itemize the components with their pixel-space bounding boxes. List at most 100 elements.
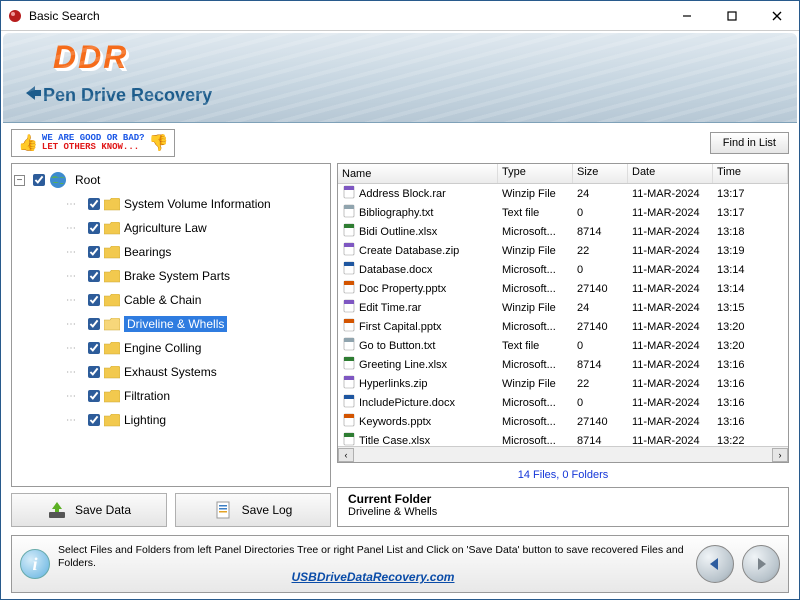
save-data-button[interactable]: Save Data xyxy=(11,493,167,527)
file-date: 11-MAR-2024 xyxy=(628,243,713,259)
tree-item[interactable]: ⋯Cable & Chain xyxy=(12,288,330,312)
scroll-left-icon[interactable]: ‹ xyxy=(338,448,354,462)
feedback-button[interactable]: 👍 WE ARE GOOD OR BAD? LET OTHERS KNOW...… xyxy=(11,129,175,157)
tree-item[interactable]: ⋯Lighting xyxy=(12,408,330,432)
tree-item[interactable]: ⋯Engine Colling xyxy=(12,336,330,360)
close-button[interactable] xyxy=(754,2,799,30)
tree-item[interactable]: ⋯Driveline & Whells xyxy=(12,312,330,336)
tree-item[interactable]: ⋯Exhaust Systems xyxy=(12,360,330,384)
tree-checkbox[interactable] xyxy=(88,270,100,282)
footer-instruction: Select Files and Folders from left Panel… xyxy=(58,544,684,569)
file-row[interactable]: Bibliography.txtText file011-MAR-202413:… xyxy=(338,203,788,222)
save-data-label: Save Data xyxy=(75,503,131,517)
directory-tree[interactable]: −Root⋯System Volume Information⋯Agricult… xyxy=(11,163,331,487)
file-name: Address Block.rar xyxy=(359,188,446,200)
file-type: Microsoft... xyxy=(498,224,573,240)
column-type[interactable]: Type xyxy=(498,164,573,183)
current-folder-panel: Current Folder Driveline & Whells xyxy=(337,487,789,527)
file-row[interactable]: Create Database.zipWinzip File2211-MAR-2… xyxy=(338,241,788,260)
file-date: 11-MAR-2024 xyxy=(628,338,713,354)
file-type-icon xyxy=(342,413,356,430)
next-button[interactable] xyxy=(742,545,780,583)
find-in-list-button[interactable]: Find in List xyxy=(710,132,789,154)
tree-item[interactable]: ⋯Filtration xyxy=(12,384,330,408)
file-row[interactable]: Edit Time.rarWinzip File2411-MAR-202413:… xyxy=(338,298,788,317)
tree-checkbox[interactable] xyxy=(88,246,100,258)
tree-checkbox[interactable] xyxy=(88,390,100,402)
tree-checkbox[interactable] xyxy=(88,342,100,354)
tree-item[interactable]: ⋯Bearings xyxy=(12,240,330,264)
tree-checkbox[interactable] xyxy=(88,222,100,234)
back-button[interactable] xyxy=(696,545,734,583)
collapse-icon[interactable]: − xyxy=(14,175,25,186)
file-type-icon xyxy=(342,356,356,373)
file-row[interactable]: IncludePicture.docxMicrosoft...011-MAR-2… xyxy=(338,393,788,412)
file-type-icon xyxy=(342,432,356,446)
file-date: 11-MAR-2024 xyxy=(628,357,713,373)
tree-item[interactable]: ⋯Brake System Parts xyxy=(12,264,330,288)
file-date: 11-MAR-2024 xyxy=(628,186,713,202)
maximize-button[interactable] xyxy=(709,2,754,30)
file-row[interactable]: Database.docxMicrosoft...011-MAR-202413:… xyxy=(338,260,788,279)
window-titlebar: Basic Search xyxy=(1,1,799,31)
file-time: 13:16 xyxy=(713,414,788,430)
file-type: Text file xyxy=(498,338,573,354)
file-row[interactable]: Keywords.pptxMicrosoft...2714011-MAR-202… xyxy=(338,412,788,431)
current-folder-value: Driveline & Whells xyxy=(348,506,778,518)
file-time: 13:20 xyxy=(713,338,788,354)
footer-bar: i Select Files and Folders from left Pan… xyxy=(11,535,789,593)
file-type-icon xyxy=(342,261,356,278)
save-log-icon xyxy=(214,500,234,520)
tree-item-label: Lighting xyxy=(124,413,166,427)
minimize-button[interactable] xyxy=(664,2,709,30)
footer-link[interactable]: USBDriveDataRecovery.com xyxy=(58,571,688,584)
tree-checkbox[interactable] xyxy=(88,198,100,210)
file-list[interactable]: Name Type Size Date Time Address Block.r… xyxy=(337,163,789,463)
file-time: 13:17 xyxy=(713,186,788,202)
tree-checkbox[interactable] xyxy=(88,366,100,378)
file-name: Greeting Line.xlsx xyxy=(359,359,447,371)
tree-checkbox[interactable] xyxy=(88,414,100,426)
tree-root[interactable]: −Root xyxy=(12,168,330,192)
file-time: 13:18 xyxy=(713,224,788,240)
file-date: 11-MAR-2024 xyxy=(628,205,713,221)
save-log-button[interactable]: Save Log xyxy=(175,493,331,527)
file-time: 13:16 xyxy=(713,376,788,392)
file-size: 24 xyxy=(573,186,628,202)
column-size[interactable]: Size xyxy=(573,164,628,183)
tree-checkbox[interactable] xyxy=(88,294,100,306)
file-type: Microsoft... xyxy=(498,262,573,278)
file-type-icon xyxy=(342,337,356,354)
horizontal-scrollbar[interactable]: ‹ › xyxy=(338,446,788,462)
tree-item-label: Brake System Parts xyxy=(124,269,230,283)
file-name: Bibliography.txt xyxy=(359,207,433,219)
window-title: Basic Search xyxy=(29,9,664,23)
file-row[interactable]: Title Case.xlsxMicrosoft...871411-MAR-20… xyxy=(338,431,788,446)
file-row[interactable]: Hyperlinks.zipWinzip File2211-MAR-202413… xyxy=(338,374,788,393)
file-size: 0 xyxy=(573,262,628,278)
file-row[interactable]: Greeting Line.xlsxMicrosoft...871411-MAR… xyxy=(338,355,788,374)
column-time[interactable]: Time xyxy=(713,164,788,183)
column-name[interactable]: Name xyxy=(338,164,498,183)
file-size: 22 xyxy=(573,376,628,392)
file-row[interactable]: Address Block.rarWinzip File2411-MAR-202… xyxy=(338,184,788,203)
thumb-up-icon: 👍 xyxy=(18,133,38,153)
file-time: 13:16 xyxy=(713,357,788,373)
column-date[interactable]: Date xyxy=(628,164,713,183)
file-row[interactable]: Bidi Outline.xlsxMicrosoft...871411-MAR-… xyxy=(338,222,788,241)
tree-item[interactable]: ⋯Agriculture Law xyxy=(12,216,330,240)
file-time: 13:14 xyxy=(713,281,788,297)
tree-item[interactable]: ⋯System Volume Information xyxy=(12,192,330,216)
file-size: 8714 xyxy=(573,433,628,447)
scroll-right-icon[interactable]: › xyxy=(772,448,788,462)
tree-item-label: System Volume Information xyxy=(124,197,271,211)
file-row[interactable]: First Capital.pptxMicrosoft...2714011-MA… xyxy=(338,317,788,336)
tree-checkbox[interactable] xyxy=(88,318,100,330)
tree-checkbox[interactable] xyxy=(33,174,45,186)
file-list-header[interactable]: Name Type Size Date Time xyxy=(338,164,788,184)
feedback-line2: LET OTHERS KNOW... xyxy=(42,143,145,152)
file-row[interactable]: Go to Button.txtText file011-MAR-202413:… xyxy=(338,336,788,355)
current-folder-label: Current Folder xyxy=(348,492,778,506)
file-type: Microsoft... xyxy=(498,319,573,335)
file-row[interactable]: Doc Property.pptxMicrosoft...2714011-MAR… xyxy=(338,279,788,298)
